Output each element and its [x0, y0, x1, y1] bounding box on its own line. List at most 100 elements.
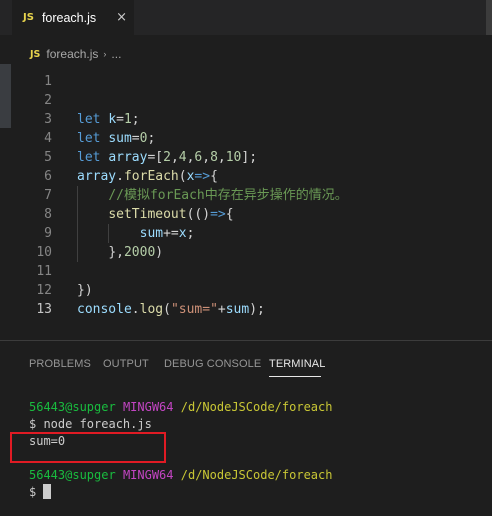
code-token: 8 — [210, 150, 218, 165]
code-token: { — [210, 169, 218, 184]
code-line: 13 console.log("sum="+sum); — [0, 300, 492, 319]
line-number: 8 — [44, 207, 52, 222]
highlight-box — [10, 432, 166, 463]
code-editor[interactable]: 1 2 3 let k=1; 4 let sum=0; 5 let array=[2,4,6,… — [0, 64, 492, 336]
code-line: 12}) — [0, 281, 492, 300]
js-file-icon: JS — [23, 12, 34, 23]
line-code: }) — [77, 281, 93, 300]
code-token: . — [116, 169, 124, 184]
code-line: 2 — [0, 91, 492, 110]
breadcrumb-file[interactable]: foreach.js — [46, 47, 98, 61]
code-line: 6 array.forEach(x=>{ — [0, 167, 492, 186]
line-code: array.forEach(x=>{ — [77, 167, 218, 186]
code-line: 9 sum+=x; — [0, 224, 492, 243]
line-code: console.log("sum="+sum); — [77, 300, 265, 319]
terminal-shell: MINGW64 — [122, 400, 174, 414]
line-number: 5 — [44, 150, 52, 165]
code-token: , — [217, 150, 226, 165]
terminal-shell: MINGW64 — [122, 468, 174, 482]
code-token: k — [108, 112, 117, 127]
line-number: 4 — [44, 131, 52, 146]
code-token: 10 — [225, 150, 242, 165]
line-number: 2 — [44, 93, 52, 108]
terminal-path: /d/NodeJSCode/foreach — [180, 468, 333, 482]
breadcrumb: JS foreach.js › ... — [30, 45, 121, 63]
code-token: ; — [147, 131, 156, 146]
code-token: array — [77, 169, 117, 184]
code-token: += — [163, 226, 179, 241]
line-code: },2000) — [77, 243, 163, 262]
tabbar-edge — [486, 0, 492, 35]
code-token: log — [139, 302, 164, 317]
line-code: let k=1; — [77, 110, 140, 129]
terminal-prompt-line-2: 56443@supger MINGW64 /d/NodeJSCode/forea… — [29, 467, 332, 484]
code-line: 1 — [0, 72, 492, 91]
code-token: }) — [77, 283, 93, 298]
code-token: (() — [186, 207, 211, 222]
terminal-user: 56443@supger — [29, 468, 116, 482]
terminal-input-prefix: $ — [29, 485, 37, 499]
code-line: 10 },2000) — [0, 243, 492, 262]
js-file-icon: JS — [30, 48, 41, 60]
editor-tab-bar: JS foreach.js × — [0, 0, 492, 35]
terminal-user: 56443@supger — [29, 400, 116, 414]
close-icon[interactable]: × — [116, 10, 127, 25]
code-token: sum — [108, 131, 132, 146]
code-token: { — [225, 207, 234, 222]
code-token: sum — [139, 226, 164, 241]
line-number: 3 — [44, 112, 52, 127]
code-token: ( — [163, 302, 171, 317]
tab-foreach-js[interactable]: JS foreach.js × — [12, 0, 134, 35]
code-token: let — [77, 131, 101, 146]
line-code: let array=[2,4,6,8,10]; — [77, 148, 257, 167]
terminal-path: /d/NodeJSCode/foreach — [180, 400, 333, 414]
line-code: let sum=0; — [77, 129, 155, 148]
terminal-input-line[interactable]: $ — [29, 484, 52, 501]
code-token: + — [217, 302, 226, 317]
code-token: }, — [108, 245, 124, 260]
line-code: setTimeout(()=>{ — [77, 205, 234, 224]
code-token: ); — [249, 302, 265, 317]
code-token: , — [170, 150, 179, 165]
terminal-command: $ node foreach.js — [29, 417, 152, 431]
tab-output[interactable]: OUTPUT — [103, 352, 149, 376]
line-number: 11 — [36, 264, 52, 279]
code-token: ; — [186, 226, 195, 241]
tab-problems[interactable]: PROBLEMS — [29, 352, 91, 376]
code-token: setTimeout — [108, 207, 187, 222]
code-token: => — [194, 169, 211, 184]
code-token: ]; — [241, 150, 258, 165]
code-token: 2 — [163, 150, 171, 165]
tab-label: foreach.js — [41, 10, 97, 25]
code-token: , — [202, 150, 211, 165]
code-token: 4 — [178, 150, 187, 165]
code-token: array — [108, 150, 148, 165]
code-token: ) — [155, 245, 164, 260]
code-token: 2000 — [123, 245, 156, 260]
panel-divider — [0, 340, 492, 341]
code-line: 8 setTimeout(()=>{ — [0, 205, 492, 224]
breadcrumb-more[interactable]: ... — [111, 47, 121, 61]
line-number: 10 — [36, 245, 52, 260]
line-number: 13 — [36, 302, 52, 317]
code-token: x — [178, 226, 187, 241]
tab-terminal[interactable]: TERMINAL — [269, 352, 325, 376]
code-line: 5 let array=[2,4,6,8,10]; — [0, 148, 492, 167]
code-token: = — [131, 131, 140, 146]
code-token: . — [131, 302, 140, 317]
line-code: sum+=x; — [77, 224, 195, 243]
code-token: => — [210, 207, 226, 222]
code-token: //模拟forEach中存在异步操作的情况。 — [108, 188, 348, 203]
tab-debug-console[interactable]: DEBUG CONSOLE — [164, 352, 261, 376]
code-token: "sum=" — [170, 302, 218, 317]
line-number: 12 — [36, 283, 52, 298]
line-number: 6 — [44, 169, 52, 184]
code-token: sum — [225, 302, 250, 317]
line-number: 1 — [44, 74, 52, 89]
line-number: 9 — [44, 226, 52, 241]
code-token: =[ — [147, 150, 164, 165]
code-line: 7 //模拟forEach中存在异步操作的情况。 — [0, 186, 492, 205]
